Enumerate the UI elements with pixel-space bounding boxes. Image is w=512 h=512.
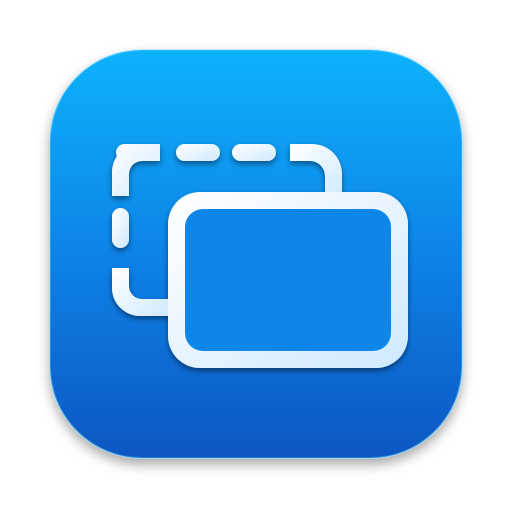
icon-canvas — [0, 0, 512, 512]
app-icon — [49, 49, 463, 459]
front-window — [168, 192, 408, 368]
